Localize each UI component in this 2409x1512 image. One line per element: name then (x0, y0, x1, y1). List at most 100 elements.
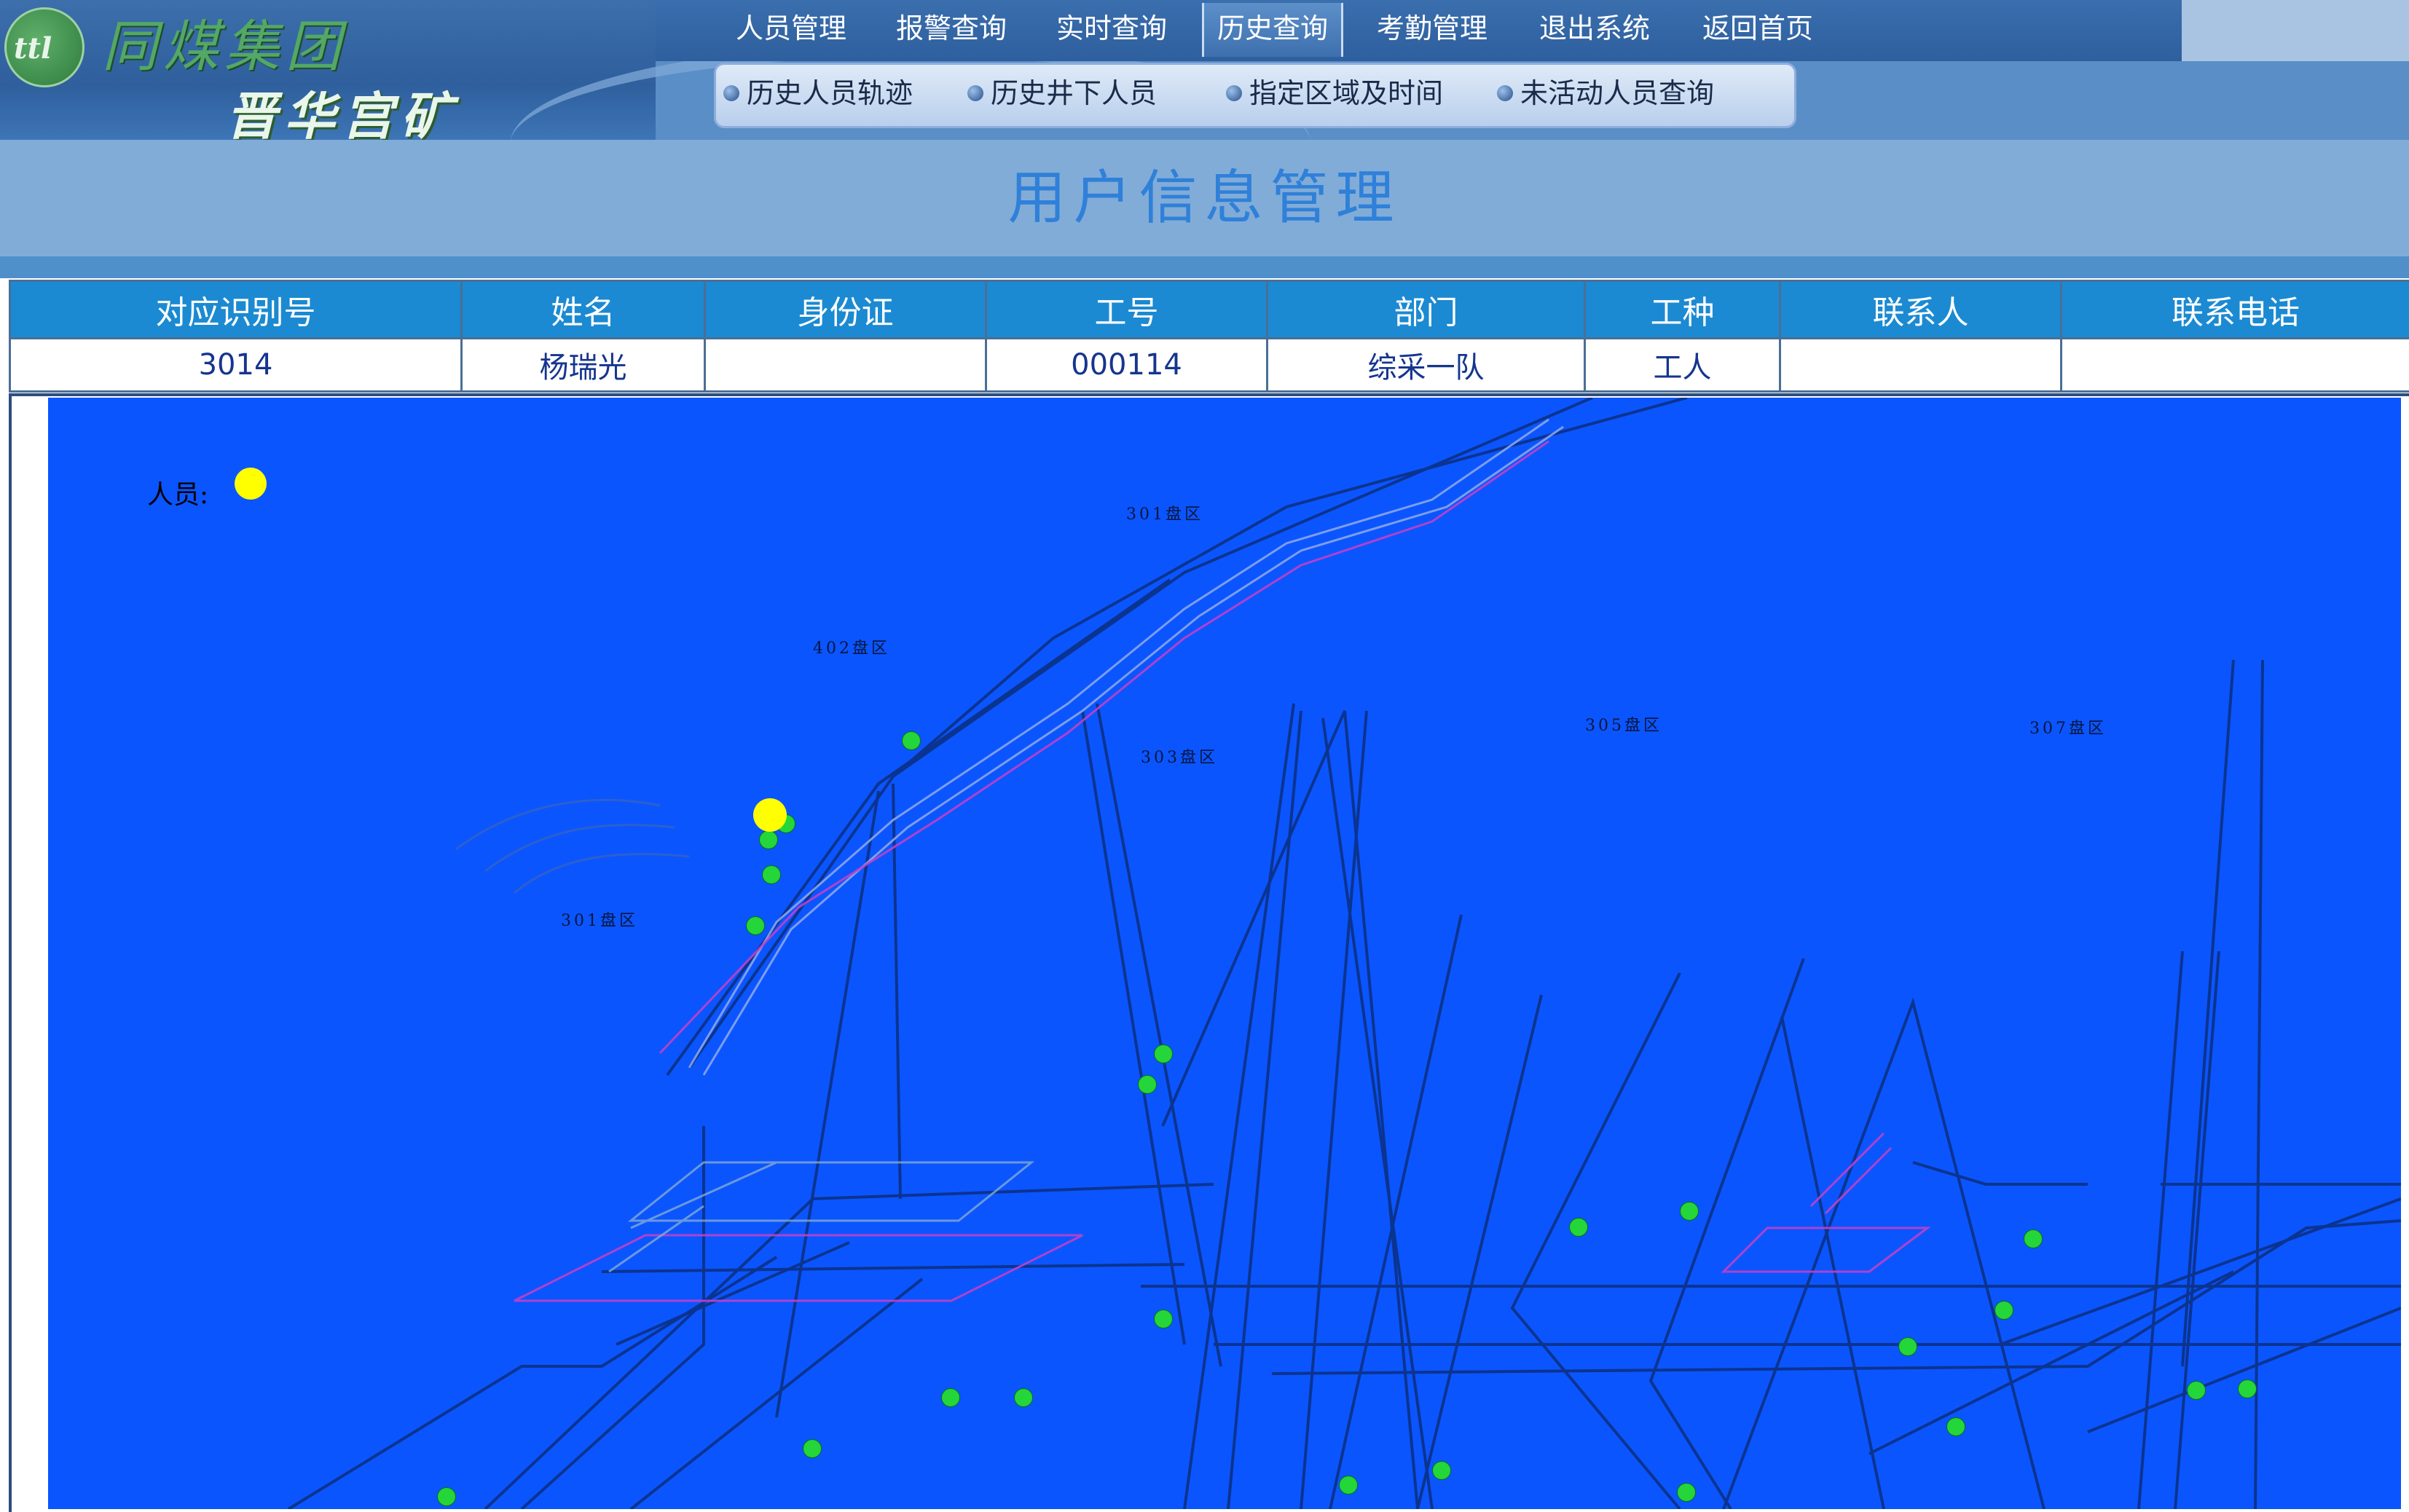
green-station-icon[interactable] (1677, 1483, 1696, 1502)
green-station-icon[interactable] (1138, 1075, 1157, 1094)
zone-label: 301盘区 (1126, 501, 1203, 524)
nav-return-home[interactable]: 返回首页 (1702, 3, 1813, 57)
station-dot (1014, 1388, 1033, 1407)
mine-map[interactable]: 人员: 301盘区 402盘区 303盘区 305盘区 307盘区 301盘区 (48, 398, 2401, 1509)
green-station-icon[interactable] (1569, 1218, 1588, 1237)
station-dot (746, 916, 765, 935)
green-station-icon[interactable] (902, 731, 921, 750)
green-station-icon[interactable] (1154, 1310, 1173, 1328)
subnav-history-track[interactable]: 历史人员轨迹 (723, 75, 913, 111)
round-bullet-icon (1226, 85, 1242, 101)
station-dot (803, 1439, 822, 1458)
green-station-icon[interactable] (2187, 1381, 2206, 1400)
cell-id-number: 3014 (10, 339, 462, 392)
station-dot (1138, 1075, 1157, 1094)
history-subnav: 历史人员轨迹 历史井下人员 指定区域及时间 未活动人员查询 (714, 63, 1796, 128)
logo-mark-text: ttl (14, 31, 52, 66)
cell-employee-number: 000114 (986, 339, 1268, 392)
station-dot (2187, 1381, 2206, 1400)
person-location-marker[interactable] (753, 798, 787, 832)
green-station-icon[interactable] (1946, 1417, 1965, 1436)
nav-realtime-query[interactable]: 实时查询 (1056, 3, 1167, 57)
green-station-icon[interactable] (1680, 1202, 1699, 1221)
zone-label: 303盘区 (1141, 744, 1218, 768)
nav-alarm-query[interactable]: 报警查询 (896, 3, 1007, 57)
map-legend-label: 人员: (147, 473, 208, 511)
station-dot (1680, 1202, 1699, 1221)
column-header: 对应识别号 (10, 281, 462, 339)
title-band: 用户信息管理 (0, 140, 2409, 256)
mine-network-drawing (48, 398, 2401, 1509)
station-dot (1154, 1044, 1173, 1063)
station-dot (2238, 1379, 2257, 1398)
subnav-label: 指定区域及时间 (1249, 77, 1443, 109)
logo-panel: ttl 同煤集团 晋华宫矿 (0, 0, 656, 140)
page-title: 用户信息管理 (0, 140, 2409, 256)
green-station-icon[interactable] (1995, 1301, 2013, 1320)
column-header: 姓名 (462, 281, 705, 339)
green-station-icon[interactable] (2024, 1229, 2043, 1248)
zone-label: 402盘区 (813, 635, 890, 658)
cell-id-card (705, 339, 986, 392)
subnav-label: 历史井下人员 (991, 77, 1157, 109)
station-dot (759, 830, 778, 849)
station-dot (1898, 1337, 1917, 1356)
mine-name: 晋华宫矿 (226, 76, 459, 140)
zone-label: 305盘区 (1585, 712, 1662, 736)
table-row: 3014 杨瑞光 000114 综采一队 工人 (10, 339, 2409, 392)
nav-personnel-management[interactable]: 人员管理 (736, 3, 846, 57)
title-divider (0, 256, 2409, 278)
column-header: 工号 (986, 281, 1268, 339)
station-dot (2024, 1229, 2043, 1248)
green-station-icon[interactable] (746, 916, 765, 935)
hill-contours (456, 800, 689, 894)
user-info-table: 对应识别号 姓名 身份证 工号 部门 工种 联系人 联系电话 3014 杨瑞光 … (9, 280, 2409, 393)
station-dot (1569, 1218, 1588, 1237)
column-header: 工种 (1585, 281, 1780, 339)
green-station-icon[interactable] (1339, 1476, 1358, 1495)
green-station-icon[interactable] (759, 830, 778, 849)
green-station-icon[interactable] (762, 865, 781, 884)
station-dot (1946, 1417, 1965, 1436)
round-bullet-icon (967, 85, 983, 101)
subnav-label: 未活动人员查询 (1520, 77, 1714, 109)
station-dot (902, 731, 921, 750)
station-dot (1677, 1483, 1696, 1502)
header: ttl 同煤集团 晋华宫矿 人员管理 报警查询 实时查询 历史查询 考勤管理 退… (0, 0, 2409, 140)
nav-exit-system[interactable]: 退出系统 (1539, 3, 1650, 57)
station-dot (1339, 1476, 1358, 1495)
green-station-icon[interactable] (1898, 1337, 1917, 1356)
column-header: 联系电话 (2062, 281, 2409, 339)
green-station-icon[interactable] (941, 1388, 960, 1407)
subnav-label: 历史人员轨迹 (747, 77, 913, 109)
station-dot (1995, 1301, 2013, 1320)
green-station-icon[interactable] (2238, 1379, 2257, 1398)
green-station-icon[interactable] (1432, 1461, 1451, 1480)
nav-attendance-management[interactable]: 考勤管理 (1377, 3, 1488, 57)
zone-label: 307盘区 (2029, 715, 2107, 739)
cell-job-type: 工人 (1585, 339, 1780, 392)
round-bullet-icon (723, 85, 739, 101)
tunnel-lines (288, 398, 2401, 1509)
station-dot (1154, 1310, 1173, 1328)
subnav-history-underground[interactable]: 历史井下人员 (967, 75, 1157, 111)
nav-right-panel (2182, 0, 2409, 61)
legend-person-icon (235, 468, 267, 500)
cell-department: 综采一队 (1268, 339, 1585, 392)
station-dot (1432, 1461, 1451, 1480)
green-station-icon[interactable] (437, 1487, 456, 1506)
subnav-inactive-personnel[interactable]: 未活动人员查询 (1497, 75, 1714, 111)
station-dot (762, 865, 781, 884)
cell-contact (1780, 339, 2062, 392)
logo-mark-icon: ttl (4, 7, 85, 87)
green-station-icon[interactable] (1154, 1044, 1173, 1063)
nav-history-query[interactable]: 历史查询 (1202, 3, 1343, 57)
cell-name: 杨瑞光 (462, 339, 705, 392)
green-station-icon[interactable] (1014, 1388, 1033, 1407)
green-station-icon[interactable] (803, 1439, 822, 1458)
zone-label: 301盘区 (561, 907, 638, 931)
table-header-row: 对应识别号 姓名 身份证 工号 部门 工种 联系人 联系电话 (10, 281, 2409, 339)
main-nav: 人员管理 报警查询 实时查询 历史查询 考勤管理 退出系统 返回首页 (656, 0, 2182, 61)
station-dot (941, 1388, 960, 1407)
subnav-area-and-time[interactable]: 指定区域及时间 (1226, 75, 1443, 111)
